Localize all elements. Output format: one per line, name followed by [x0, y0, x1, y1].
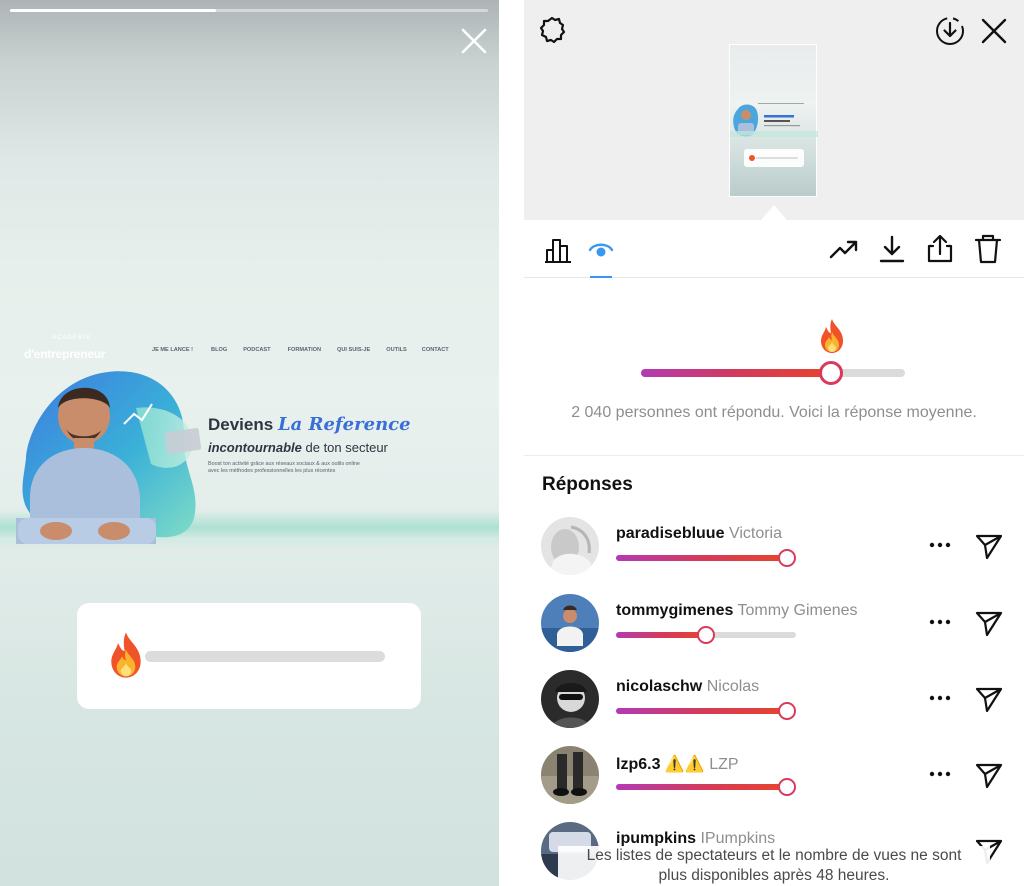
avatar[interactable] [541, 517, 599, 575]
save-story-icon[interactable] [934, 15, 966, 47]
send-message-icon[interactable] [974, 608, 1004, 638]
more-options-icon[interactable] [928, 616, 952, 628]
response-name: nicolaschw Nicolas [616, 678, 759, 696]
story-thumbnail-image [730, 103, 818, 167]
average-response-caption: 2 040 personnes ont répondu. Voici la ré… [571, 404, 977, 421]
fire-emoji-icon [821, 319, 843, 353]
more-options-icon[interactable] [928, 768, 952, 780]
response-full-name: Nicolas [706, 678, 760, 695]
response-name: tommygimenes Tommy Gimenes [616, 602, 858, 620]
emoji-slider-track[interactable] [145, 651, 385, 662]
response-username[interactable]: tommygimenes [616, 602, 733, 619]
website-nav-link: PODCAST [243, 347, 271, 353]
response-full-name: Tommy Gimenes [737, 602, 858, 619]
story-progress-fill [10, 9, 216, 12]
response-row[interactable]: nicolaschw Nicolas [524, 670, 1024, 740]
response-slider-knob [778, 702, 796, 720]
trending-icon[interactable] [827, 232, 861, 266]
expiry-note-line: plus disponibles après 48 heures. [658, 867, 890, 884]
responses-title: Réponses [542, 474, 633, 495]
website-nav-links: JE ME LANCE ! BLOG PODCAST FORMATION QUI… [152, 347, 449, 353]
website-nav-link: CONTACT [421, 347, 449, 353]
response-slider [616, 702, 796, 720]
avatar[interactable] [541, 594, 599, 652]
response-row[interactable]: lzp6.3 ⚠️⚠️ LZP [524, 746, 1024, 816]
response-row[interactable]: paradisebluue Victoria [524, 517, 1024, 587]
response-name: lzp6.3 ⚠️⚠️ LZP [616, 754, 739, 774]
average-response-slider [641, 361, 905, 385]
response-slider-knob [778, 778, 796, 796]
response-slider [616, 626, 796, 644]
more-options-icon[interactable] [928, 539, 952, 551]
hero-subheadline: incontournable de ton secteur [208, 440, 388, 455]
website-nav-link: JE ME LANCE ! [152, 347, 194, 353]
hero-description-line: Boost ton activité grâce aux réseaux soc… [208, 461, 360, 467]
viewer-list-expiry-note: Les listes de spectateurs et le nombre d… [558, 846, 990, 886]
average-slider-knob [819, 361, 844, 385]
response-full-name: LZP [709, 756, 739, 773]
hero-portrait-image [16, 371, 202, 544]
response-slider-knob [697, 626, 715, 644]
response-username[interactable]: ipumpkins [616, 830, 696, 847]
response-slider-fill [616, 708, 787, 714]
website-nav-link: OUTILS [386, 347, 407, 353]
active-tab-indicator [590, 276, 612, 278]
hero-sub-rest: de ton secteur [301, 440, 388, 455]
hero-headline-script: La Reference [277, 414, 411, 435]
story-preview: ACADÉMIE d'entrepreneur JE ME LANCE ! BL… [0, 0, 499, 886]
website-logo: d'entrepreneur [24, 347, 106, 361]
story-insights-panel: 2 040 personnes ont répondu. Voici la ré… [524, 0, 1024, 886]
expiry-note-line: Les listes de spectateurs et le nombre d… [586, 847, 962, 864]
eye-icon[interactable] [584, 232, 618, 266]
share-icon[interactable] [923, 232, 957, 266]
hero-description-line: avec les méthodes professionnelles les p… [208, 468, 336, 474]
story-thumbnail-header [524, 0, 1024, 220]
divider [524, 455, 1024, 456]
gear-icon[interactable] [537, 15, 567, 45]
response-username[interactable]: paradisebluue [616, 525, 724, 542]
send-message-icon[interactable] [974, 531, 1004, 561]
close-icon[interactable] [460, 27, 488, 55]
story-thumbnail[interactable] [729, 44, 818, 197]
insights-toolbar [524, 220, 1024, 278]
more-options-icon[interactable] [928, 692, 952, 704]
website-logo-sup: ACADÉMIE [52, 335, 92, 341]
thumbnail-pointer [761, 205, 787, 220]
hero-sub-bold: incontournable [208, 440, 302, 455]
emoji-slider-sticker[interactable] [77, 603, 421, 709]
response-slider-fill [616, 555, 787, 561]
average-slider-fill [641, 369, 832, 377]
send-message-icon[interactable] [974, 760, 1004, 790]
website-nav-link: QUI SUIS-JE [337, 347, 371, 353]
avatar[interactable] [541, 670, 599, 728]
response-slider [616, 778, 796, 796]
close-icon[interactable] [980, 17, 1008, 45]
response-slider-fill [616, 632, 706, 638]
avatar[interactable] [541, 746, 599, 804]
response-username[interactable]: nicolaschw [616, 678, 702, 695]
response-username[interactable]: lzp6.3 ⚠️⚠️ [616, 756, 705, 773]
bar-chart-icon[interactable] [541, 232, 575, 266]
story-progress-bar [10, 9, 488, 12]
download-icon[interactable] [875, 232, 909, 266]
response-full-name: IPumpkins [700, 830, 776, 847]
fire-emoji-icon[interactable] [105, 631, 147, 679]
hero-headline-prefix: Deviens [208, 415, 274, 434]
response-slider [616, 549, 796, 567]
hero-headline: Deviens La Reference [208, 414, 411, 435]
website-nav-link: BLOG [211, 347, 228, 353]
website-nav-link: FORMATION [287, 347, 322, 353]
send-message-icon[interactable] [974, 684, 1004, 714]
response-name: paradisebluue Victoria [616, 525, 782, 543]
response-slider-knob [778, 549, 796, 567]
hero-description: Boost ton activité grâce aux réseaux soc… [208, 461, 428, 475]
trash-icon[interactable] [971, 232, 1005, 266]
response-slider-fill [616, 784, 787, 790]
response-row[interactable]: tommygimenes Tommy Gimenes [524, 594, 1024, 664]
website-nav: ACADÉMIE d'entrepreneur JE ME LANCE ! BL… [0, 335, 499, 365]
response-full-name: Victoria [728, 525, 782, 542]
